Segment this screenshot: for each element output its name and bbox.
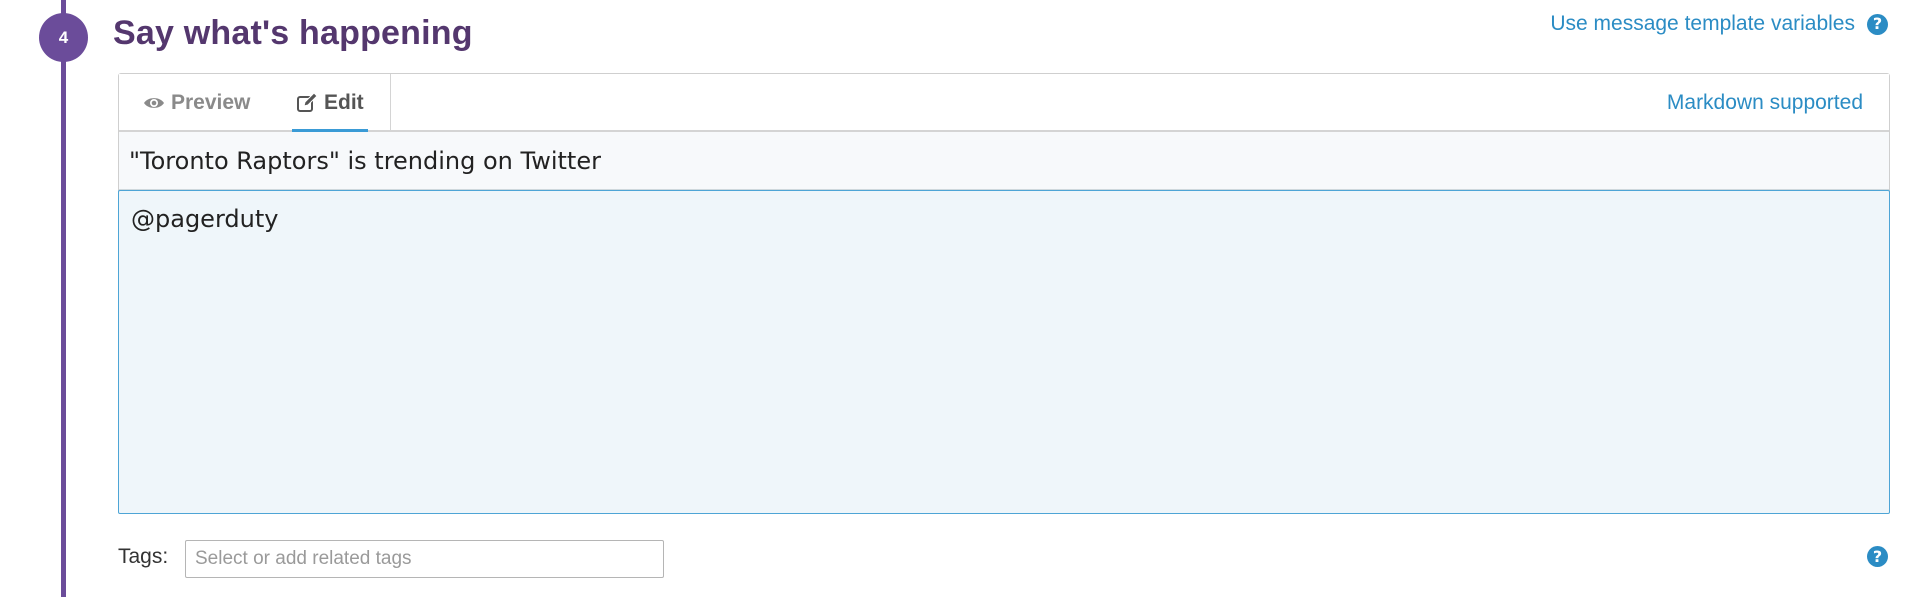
message-title-input[interactable]: "Toronto Raptors" is trending on Twitter: [119, 132, 1889, 190]
eye-icon: [143, 92, 165, 114]
edit-icon: [296, 92, 318, 114]
monitor-step-section: 4 Say what's happening Use message templ…: [0, 0, 1920, 597]
message-editor: Preview Edit Markdown supported "Toronto…: [118, 73, 1890, 514]
template-variables-link[interactable]: Use message template variables ?: [1550, 12, 1888, 36]
message-body-textarea[interactable]: @pagerduty: [118, 190, 1890, 514]
tags-input[interactable]: Select or add related tags: [185, 540, 664, 578]
tab-edit-label: Edit: [324, 91, 364, 114]
tags-help-button[interactable]: ?: [1867, 546, 1888, 567]
tab-preview[interactable]: Preview: [143, 74, 250, 132]
step-rail-line: [61, 0, 66, 597]
tab-preview-label: Preview: [171, 91, 251, 114]
markdown-supported-link[interactable]: Markdown supported: [1667, 91, 1863, 115]
tab-divider: [390, 74, 391, 130]
tags-label: Tags:: [118, 545, 169, 568]
tab-edit[interactable]: Edit: [292, 74, 368, 134]
editor-tabbar: Preview Edit Markdown supported: [119, 74, 1889, 134]
question-circle-icon: ?: [1867, 546, 1888, 567]
step-title: Say what's happening: [113, 14, 473, 52]
template-variables-link-label: Use message template variables: [1550, 12, 1855, 35]
question-circle-icon[interactable]: ?: [1867, 13, 1888, 35]
step-number-badge: 4: [39, 13, 88, 62]
